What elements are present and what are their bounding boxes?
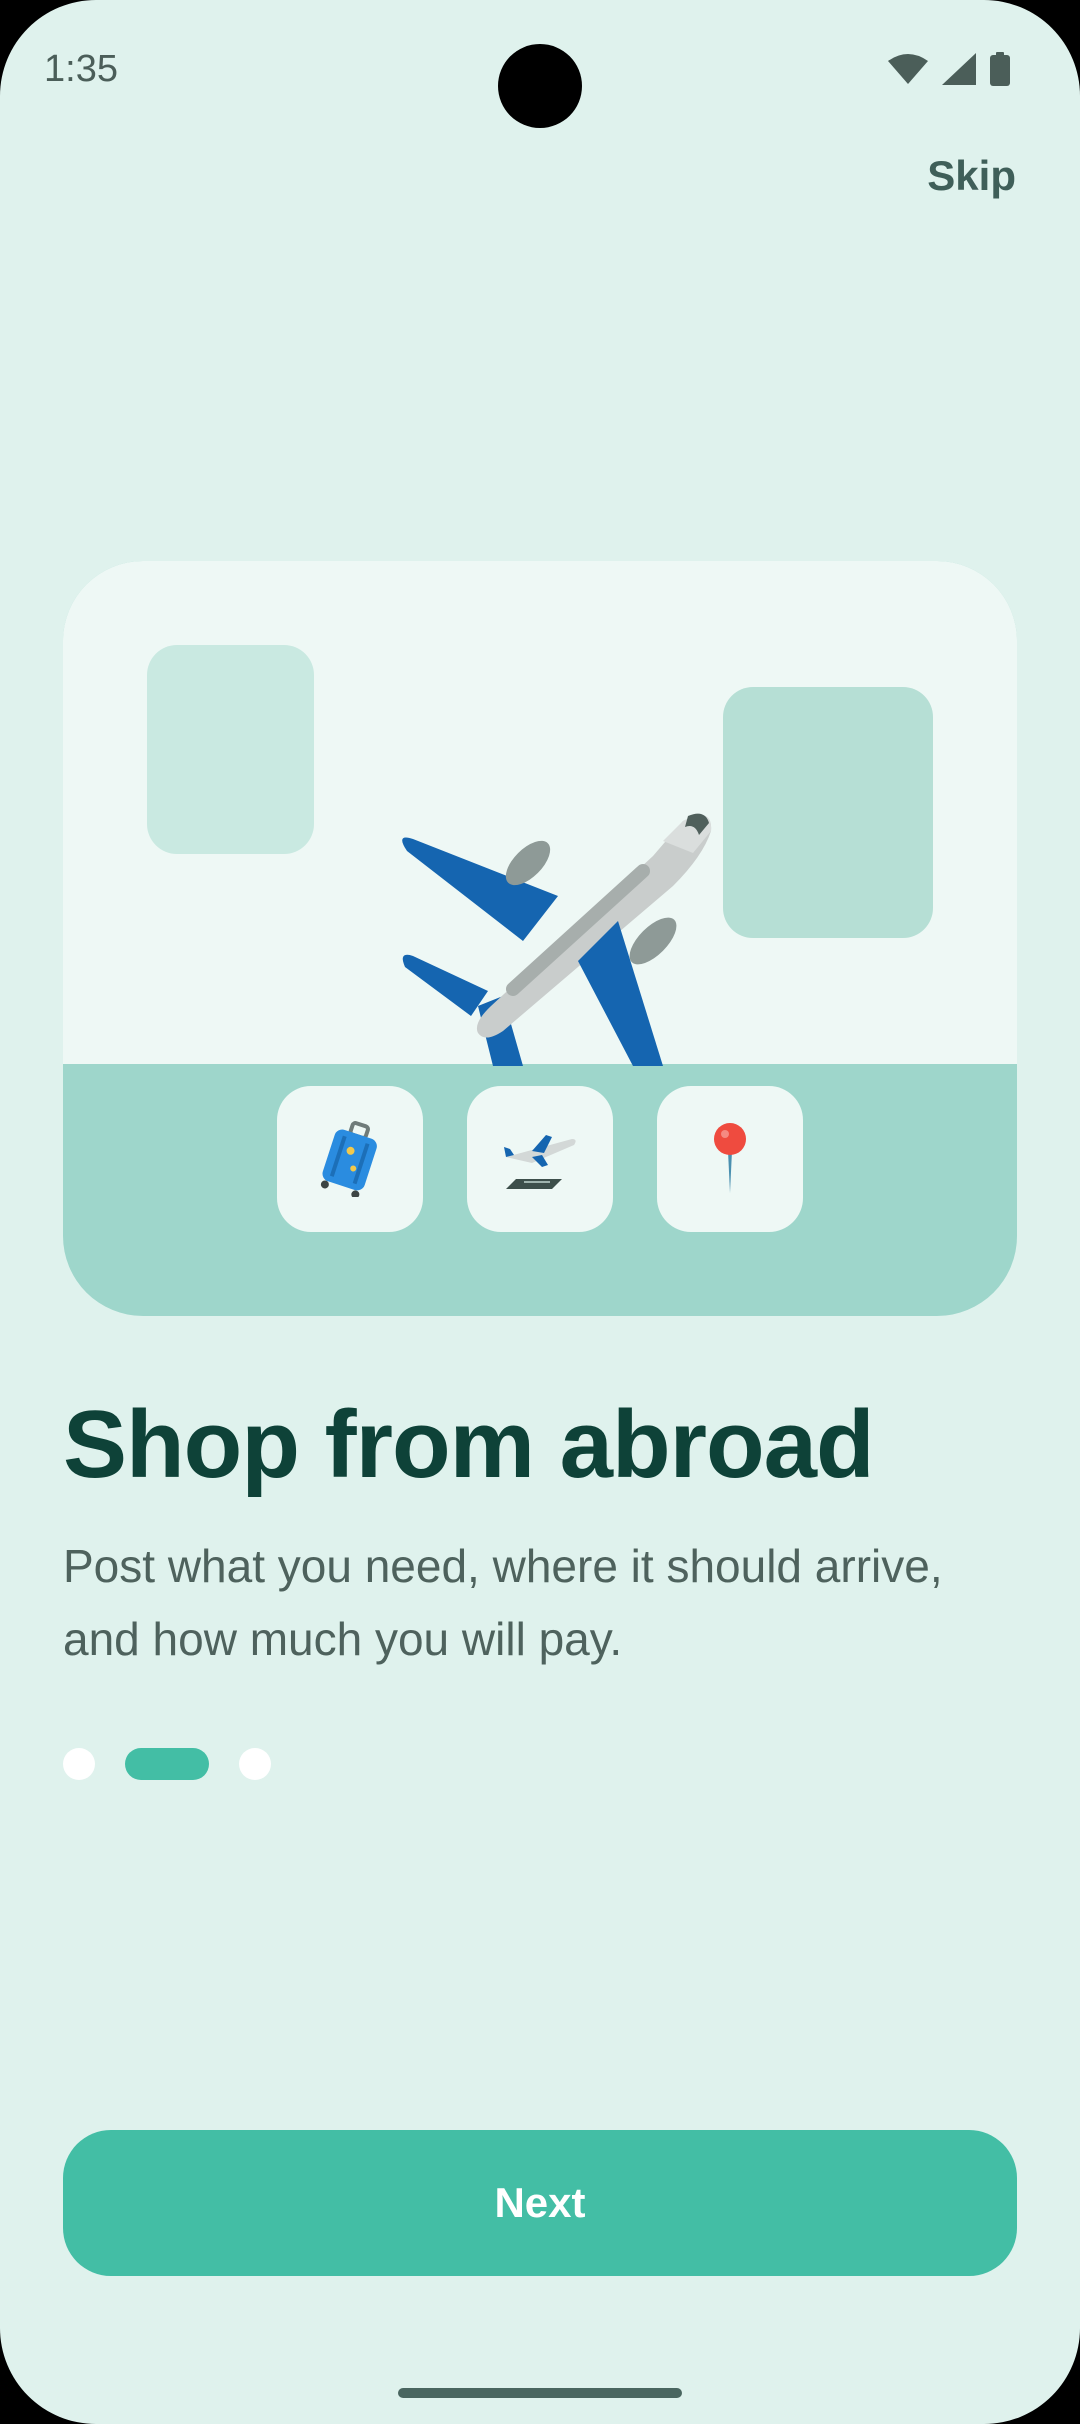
tile-luggage <box>277 1086 423 1232</box>
camera-cutout <box>498 44 582 128</box>
page-indicator <box>63 1748 271 1780</box>
wifi-icon <box>888 54 928 84</box>
luggage-icon <box>320 1121 377 1197</box>
hero-illustration <box>63 561 1017 1316</box>
hero-decoration-left <box>147 645 314 854</box>
signal-icon <box>942 53 976 85</box>
status-icons <box>888 52 1010 86</box>
page-dot-1 <box>63 1748 95 1780</box>
hero-decoration-right <box>723 687 933 938</box>
onboarding-screen: 1:35 Skip Shop from abroad Post what you… <box>0 0 1080 2424</box>
page-title: Shop from abroad <box>63 1391 875 1498</box>
page-description: Post what you need, where it should arri… <box>63 1540 943 1665</box>
home-indicator[interactable] <box>398 2388 682 2398</box>
skip-button[interactable]: Skip <box>927 152 1016 200</box>
airplane-departure-icon <box>504 1135 576 1189</box>
status-bar: 1:35 <box>0 0 1080 140</box>
status-time: 1:35 <box>44 48 118 90</box>
tile-departure <box>467 1086 613 1232</box>
page-dot-3 <box>239 1748 271 1780</box>
airplane-icon <box>402 813 712 1066</box>
battery-icon <box>990 52 1010 86</box>
location-pin-icon <box>714 1123 746 1193</box>
next-button[interactable]: Next <box>63 2130 1017 2276</box>
tile-location <box>657 1086 803 1232</box>
page-dot-2-active <box>125 1748 209 1780</box>
